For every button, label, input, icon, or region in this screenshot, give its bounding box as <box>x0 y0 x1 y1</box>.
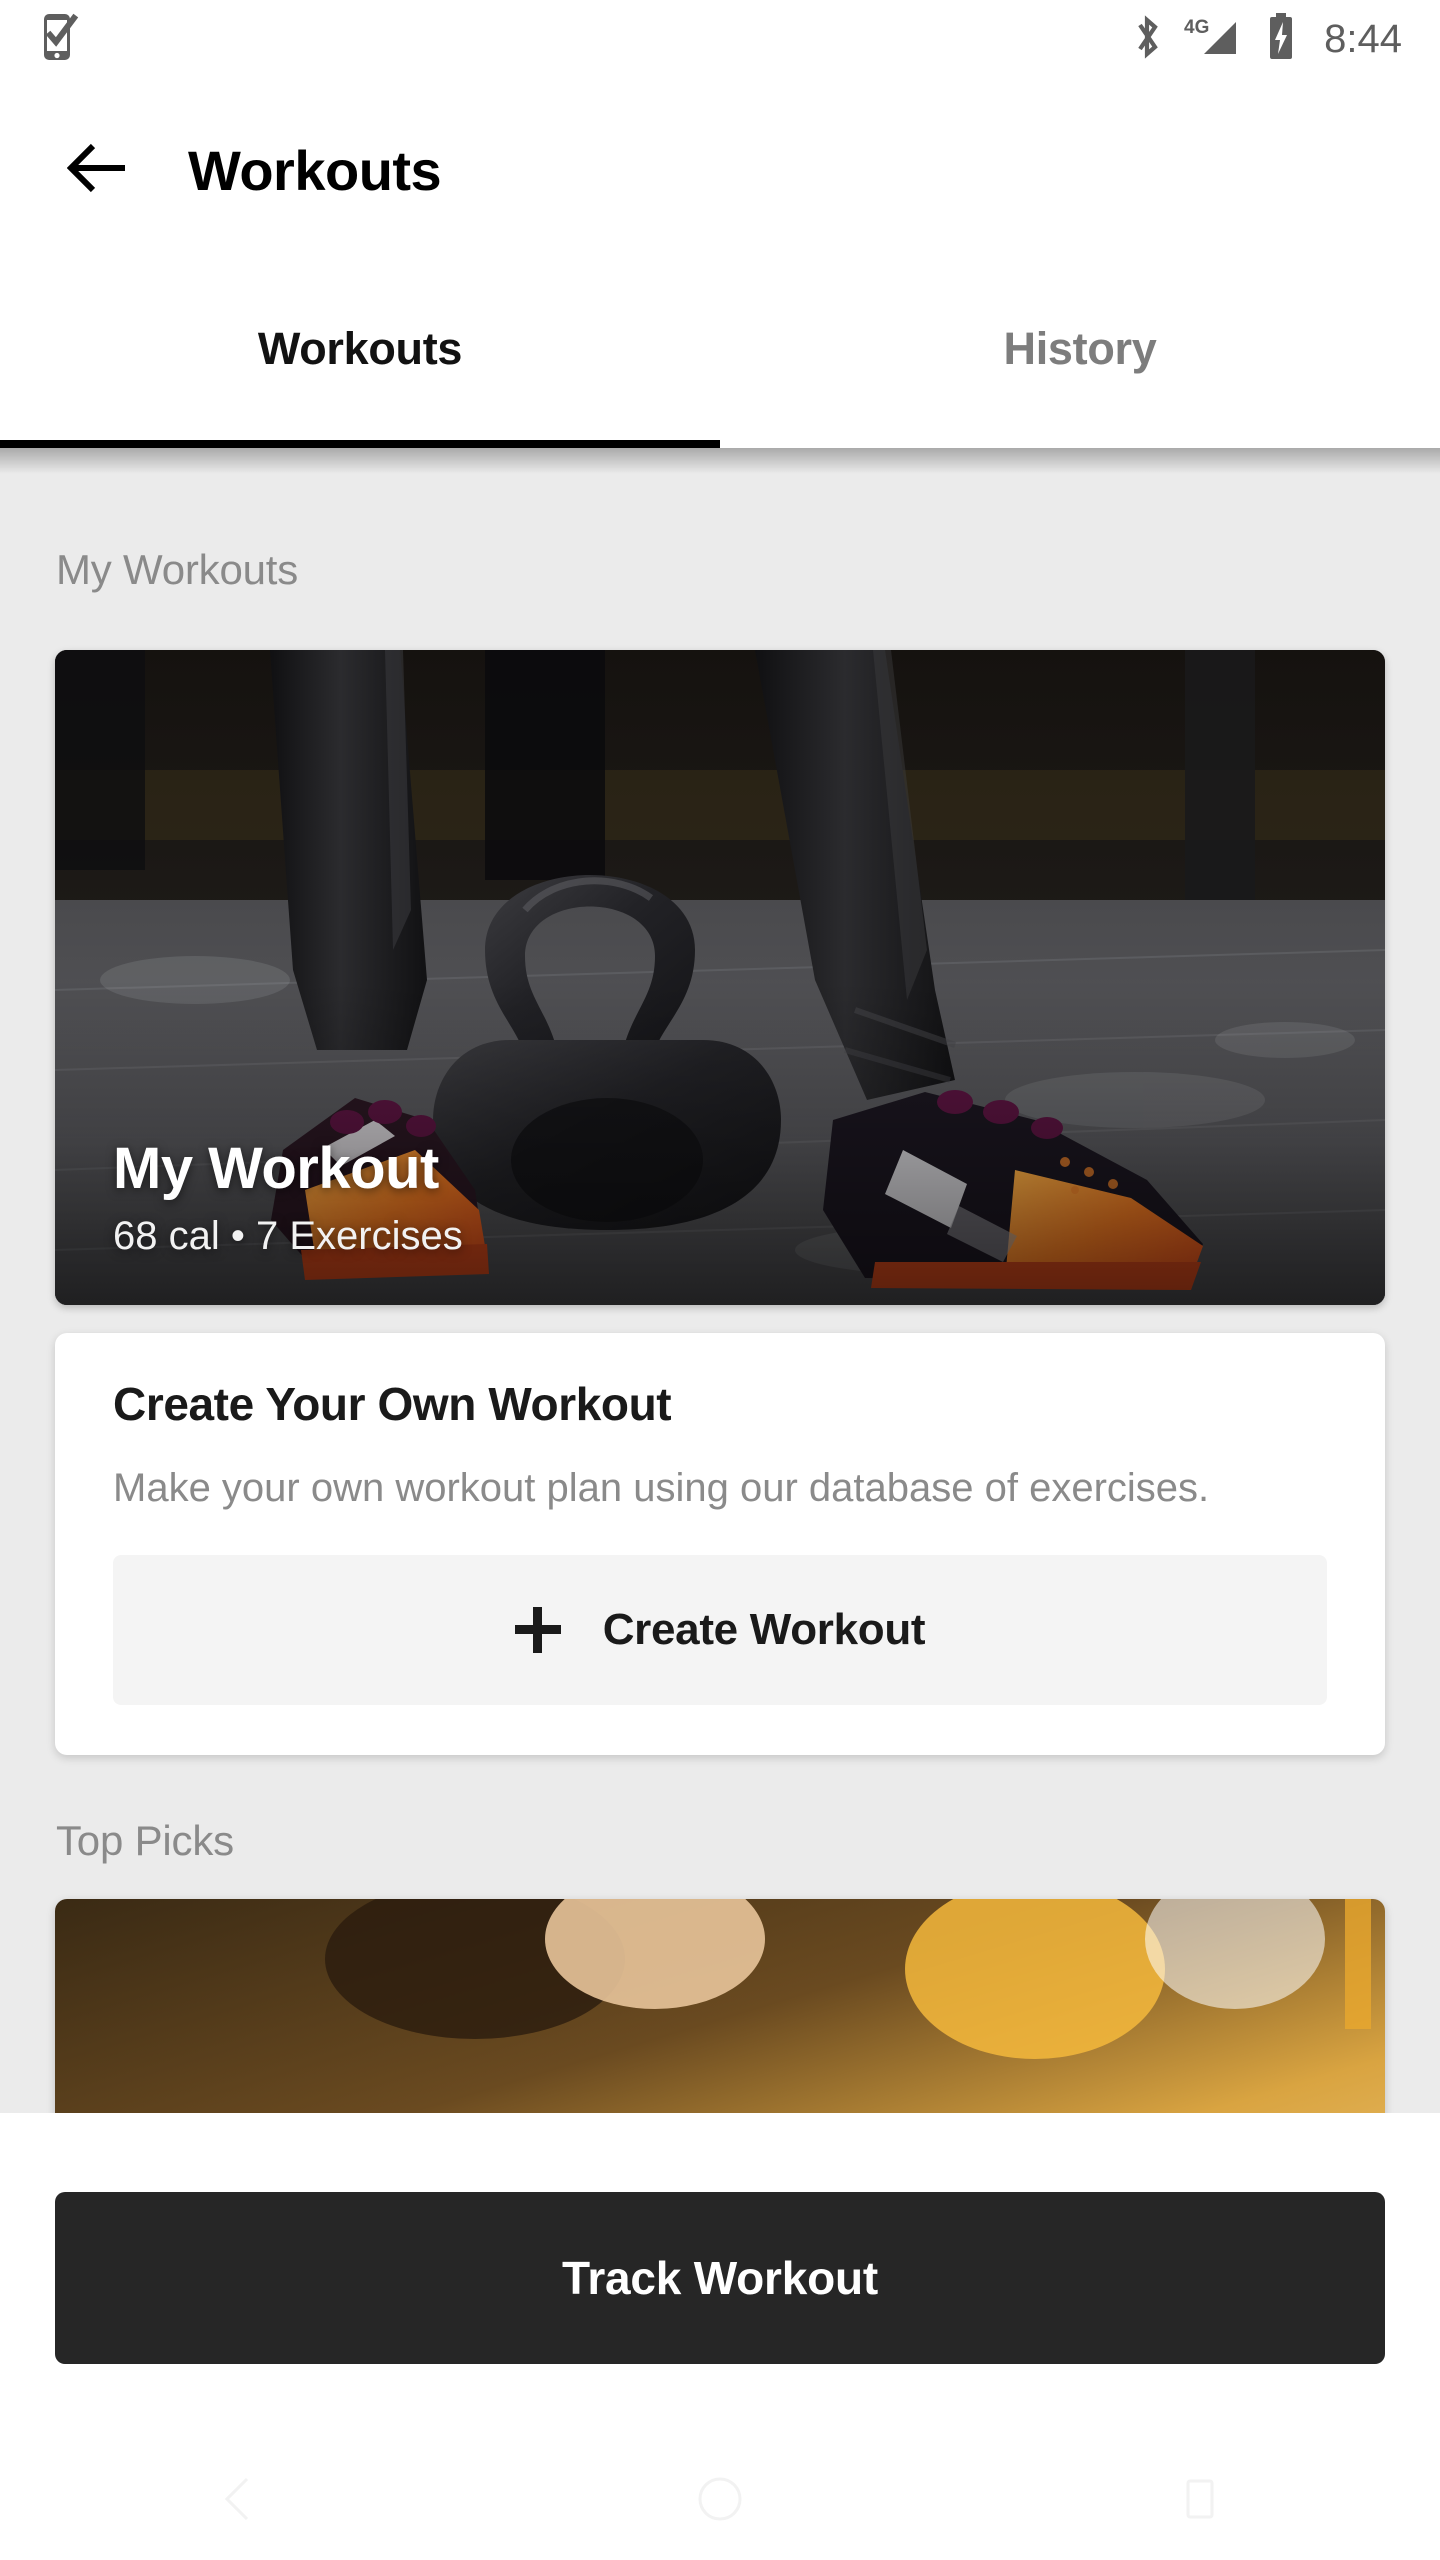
nav-home-button[interactable] <box>480 2473 960 2530</box>
nav-home-icon <box>694 2473 746 2530</box>
bluetooth-icon <box>1130 14 1164 65</box>
create-workout-button[interactable]: Create Workout <box>113 1555 1327 1705</box>
phone-check-icon <box>38 12 82 67</box>
tab-history[interactable]: History <box>720 263 1440 448</box>
4g-signal-icon: 4G <box>1184 14 1246 65</box>
track-workout-button[interactable]: Track Workout <box>55 2192 1385 2364</box>
create-workout-card: Create Your Own Workout Make your own wo… <box>55 1333 1385 1755</box>
tab-bar: Workouts History <box>0 263 1440 448</box>
tab-workouts-label: Workouts <box>258 323 462 375</box>
app-screen: 4G 8:44 Workouts <box>0 0 1440 2560</box>
tab-active-indicator <box>0 440 720 448</box>
bottom-action-bar: Track Workout <box>0 2113 1440 2443</box>
svg-text:4G: 4G <box>1184 17 1209 38</box>
create-workout-title: Create Your Own Workout <box>113 1377 1327 1431</box>
nav-back-button[interactable] <box>0 2473 480 2530</box>
page-title: Workouts <box>188 138 441 203</box>
tab-history-label: History <box>1004 323 1157 375</box>
my-workout-title: My Workout <box>113 1135 463 1202</box>
back-button[interactable] <box>38 111 158 231</box>
my-workout-card[interactable]: My Workout 68 cal • 7 Exercises <box>55 650 1385 1305</box>
status-bar: 4G 8:44 <box>0 0 1440 78</box>
android-nav-bar <box>0 2443 1440 2560</box>
nav-back-icon <box>217 2473 263 2530</box>
nav-recents-icon <box>1177 2473 1223 2530</box>
app-bar: Workouts <box>0 78 1440 263</box>
top-pick-card[interactable] <box>55 1899 1385 2113</box>
status-bar-clock: 8:44 <box>1324 17 1402 62</box>
tab-workouts[interactable]: Workouts <box>0 263 720 448</box>
create-workout-description: Make your own workout plan using our dat… <box>113 1461 1327 1515</box>
my-workout-meta: 68 cal • 7 Exercises <box>113 1214 463 1259</box>
back-arrow-icon <box>67 143 129 198</box>
battery-charging-icon <box>1266 13 1296 66</box>
status-bar-left <box>38 12 82 67</box>
my-workout-overlay: My Workout 68 cal • 7 Exercises <box>113 1135 463 1259</box>
section-title-top-picks: Top Picks <box>56 1817 1440 1865</box>
track-workout-button-label: Track Workout <box>562 2251 878 2305</box>
create-workout-button-label: Create Workout <box>603 1605 926 1655</box>
nav-recents-button[interactable] <box>960 2473 1440 2530</box>
section-title-my-workouts: My Workouts <box>56 546 1440 594</box>
plus-icon <box>515 1607 561 1653</box>
scroll-content[interactable]: My Workouts <box>0 448 1440 2113</box>
status-bar-right: 4G 8:44 <box>1130 13 1402 66</box>
top-picks-section: Top Picks <box>0 1817 1440 2113</box>
